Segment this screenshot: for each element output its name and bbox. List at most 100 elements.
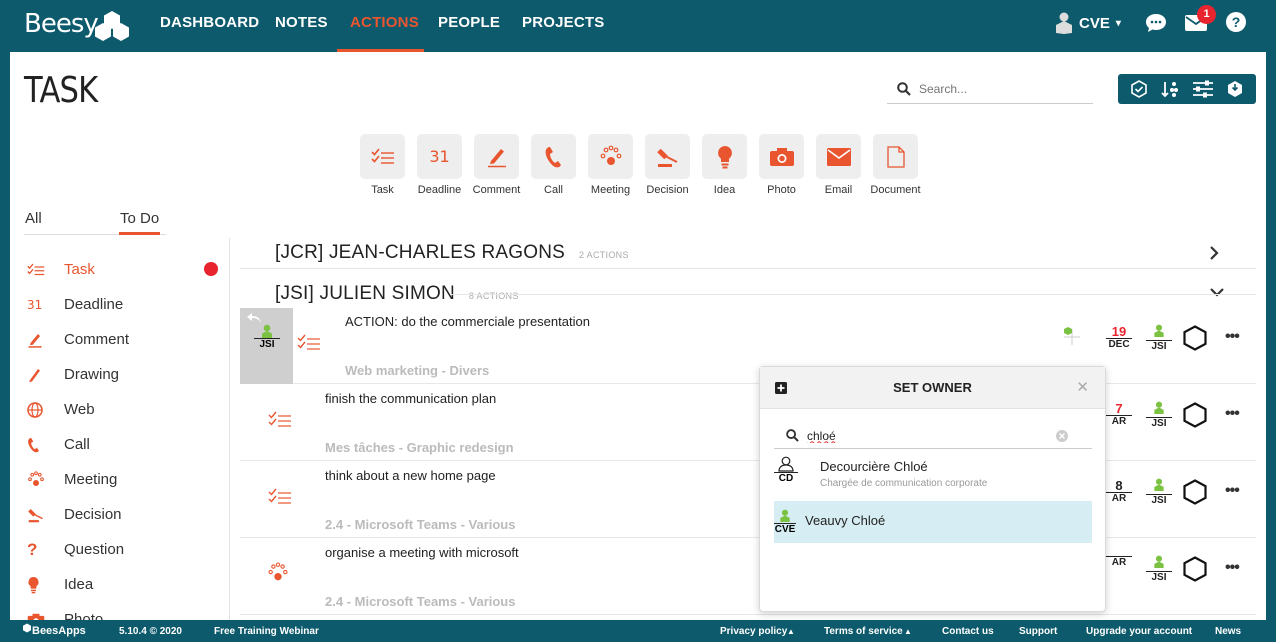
task-title[interactable]: think about a new home page [325, 468, 496, 483]
nav-dashboard[interactable]: DASHBOARD [160, 14, 259, 31]
complete-hex-icon[interactable] [1183, 325, 1207, 351]
owner-avatar-icon [1154, 401, 1164, 414]
task-project[interactable]: Web marketing - Divers [345, 363, 489, 378]
meeting-icon [600, 145, 621, 165]
deadline-icon: 31 [27, 297, 43, 312]
complete-hex-icon[interactable] [1183, 479, 1207, 505]
complete-hex-icon[interactable] [1183, 402, 1207, 428]
deadline-icon: 31 [429, 147, 450, 166]
owner-avatar-icon [1154, 324, 1164, 337]
undo-icon [247, 313, 261, 323]
more-icon[interactable]: ••• [1225, 405, 1240, 423]
complete-hex-icon[interactable] [1183, 556, 1207, 582]
chevron-right-icon[interactable] [1208, 245, 1220, 261]
more-icon[interactable]: ••• [1225, 559, 1240, 577]
footer-news-link[interactable]: News [1215, 626, 1241, 637]
sort-icon[interactable] [1160, 80, 1180, 98]
owner-badge[interactable]: JSI [1146, 401, 1172, 429]
export-icon[interactable] [1226, 80, 1244, 98]
type-idea[interactable]: Idea [702, 134, 747, 196]
footer-upgrade-link[interactable]: Upgrade your account [1086, 626, 1192, 637]
type-photo[interactable]: Photo [759, 134, 804, 196]
add-owner-icon[interactable] [1062, 326, 1082, 346]
type-meeting[interactable]: Meeting [588, 134, 633, 196]
due-month: DEC [1106, 338, 1132, 350]
footer-terms-link[interactable]: Terms of service [824, 626, 903, 637]
hex-check-icon[interactable] [1130, 80, 1148, 98]
type-document[interactable]: Document [870, 134, 921, 196]
user-avatar-icon [1056, 12, 1072, 34]
search-input[interactable] [919, 81, 1079, 96]
user-menu[interactable]: CVE ▾ [1055, 12, 1121, 34]
nav-notes[interactable]: NOTES [275, 14, 328, 31]
clear-icon[interactable] [1055, 429, 1069, 443]
question-icon: ? [27, 539, 38, 559]
due-month: AR [1106, 556, 1132, 568]
more-icon[interactable]: ••• [1225, 482, 1240, 500]
sidebar-item-deadline[interactable]: 31 Deadline [24, 287, 220, 322]
type-comment[interactable]: Comment [473, 134, 520, 196]
chat-icon[interactable] [1145, 13, 1167, 33]
close-icon[interactable]: ✕ [1076, 378, 1089, 396]
due-date[interactable]: 8 AR [1106, 479, 1132, 504]
type-decision[interactable]: Decision [645, 134, 690, 196]
sidebar: Task 31 Deadline Comment Drawing Web Cal… [24, 252, 220, 620]
type-deadline[interactable]: 31 Deadline [417, 134, 462, 196]
owner-option[interactable]: CD Decourcière Chloé Chargée de communic… [774, 451, 1092, 493]
type-call[interactable]: Call [531, 134, 576, 196]
sidebar-item-decision[interactable]: Decision [24, 497, 220, 532]
chevron-down-icon[interactable] [1209, 286, 1225, 298]
task-icon [370, 147, 394, 164]
footer-webinar-link[interactable]: Free Training Webinar [214, 626, 319, 637]
owner-search-input[interactable] [807, 428, 1047, 443]
sidebar-item-drawing[interactable]: Drawing [24, 357, 220, 392]
due-date[interactable]: 7 AR [1106, 402, 1132, 427]
task-icon [27, 263, 45, 275]
document-icon [886, 145, 905, 168]
task-title[interactable]: organise a meeting with microsoft [325, 545, 519, 560]
due-date[interactable]: 19 DEC [1106, 325, 1132, 350]
sidebar-item-web[interactable]: Web [24, 392, 220, 427]
owner-badge[interactable]: JSI [1146, 324, 1172, 352]
help-icon[interactable]: ? [1225, 11, 1247, 33]
photo-icon [27, 613, 45, 620]
sidebar-item-task[interactable]: Task [24, 252, 220, 287]
sidebar-item-question[interactable]: ? Question [24, 532, 220, 567]
owner-option-selected[interactable]: CVE Veauvy Chloé [774, 501, 1092, 543]
type-photo-label: Photo [767, 184, 796, 196]
undo-owner-tile[interactable]: JSI [240, 308, 293, 384]
logo-icon [23, 623, 31, 633]
sidebar-item-label: Decision [64, 506, 122, 523]
filter-all[interactable]: All [25, 210, 42, 227]
sidebar-item-photo[interactable]: Photo [24, 602, 220, 620]
filter-todo[interactable]: To Do [120, 210, 159, 227]
more-icon[interactable]: ••• [1225, 328, 1240, 346]
group-header-jcr[interactable]: [JCR] JEAN-CHARLES RAGONS 2 ACTIONS [275, 242, 629, 264]
footer-contact-link[interactable]: Contact us [942, 626, 994, 637]
type-email[interactable]: Email [816, 134, 861, 196]
owner-badge[interactable]: JSI [1146, 478, 1172, 506]
settings-sliders-icon[interactable] [1192, 80, 1214, 98]
footer-support-link[interactable]: Support [1019, 626, 1057, 637]
footer-privacy-link[interactable]: Privacy policy [720, 626, 787, 637]
sidebar-item-call[interactable]: Call [24, 427, 220, 462]
sidebar-item-meeting[interactable]: Meeting [24, 462, 220, 497]
owner-badge[interactable]: JSI [1146, 555, 1172, 583]
owner-search-box [774, 423, 1092, 449]
sidebar-item-comment[interactable]: Comment [24, 322, 220, 357]
task-project[interactable]: Mes tâches - Graphic redesign [325, 440, 514, 455]
task-title[interactable]: ACTION: do the commerciale presentation [345, 314, 590, 329]
due-date[interactable]: AR [1106, 556, 1132, 568]
nav-projects[interactable]: PROJECTS [522, 14, 604, 31]
task-title[interactable]: finish the communication plan [325, 391, 496, 406]
type-task[interactable]: Task [360, 134, 405, 196]
nav-actions[interactable]: ACTIONS [350, 14, 419, 31]
sidebar-item-idea[interactable]: Idea [24, 567, 220, 602]
group-name: [JCR] JEAN-CHARLES RAGONS [275, 242, 566, 263]
sidebar-item-label: Web [64, 401, 95, 418]
view-toolbar [1118, 74, 1256, 104]
task-project[interactable]: 2.4 - Microsoft Teams - Various [325, 594, 515, 609]
nav-people[interactable]: PEOPLE [438, 14, 500, 31]
task-project[interactable]: 2.4 - Microsoft Teams - Various [325, 517, 515, 532]
option-role: Chargée de communication corporate [820, 478, 988, 489]
